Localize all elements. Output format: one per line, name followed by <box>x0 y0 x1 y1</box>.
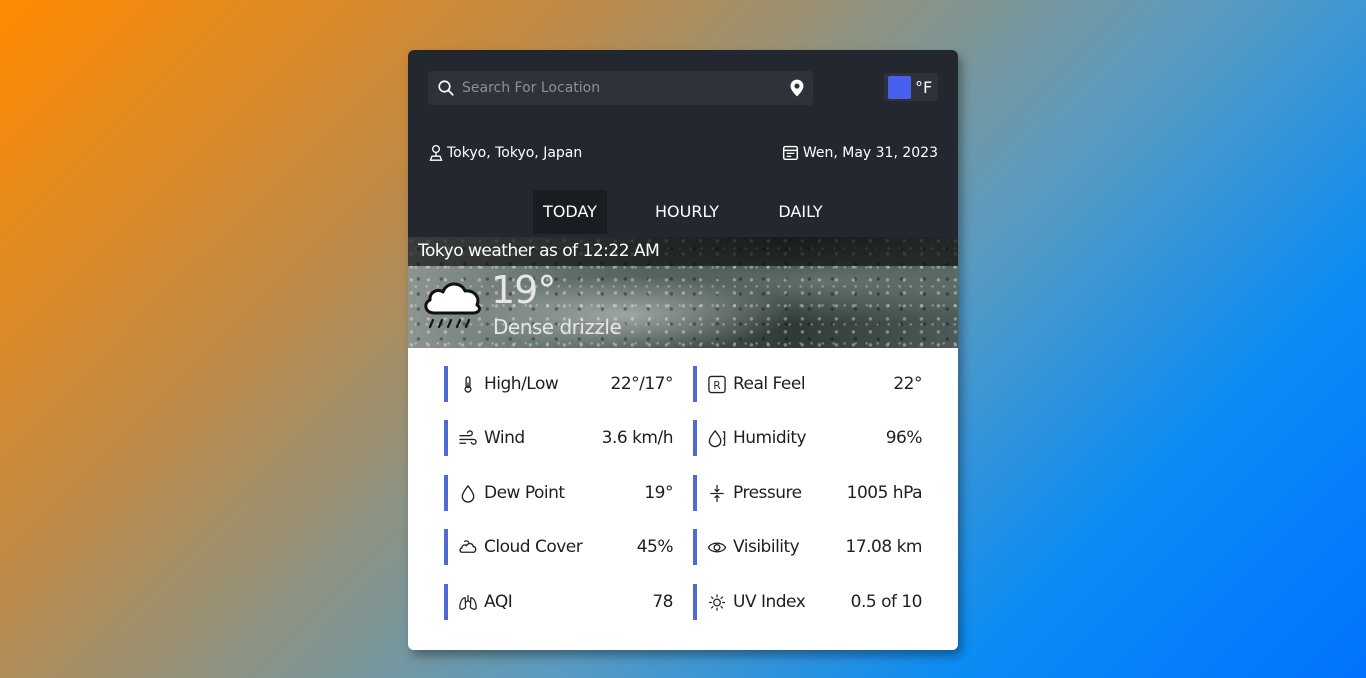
stat-dew-point: Dew Point 19° <box>444 475 673 511</box>
unit-toggle-switch[interactable] <box>888 75 911 99</box>
real-feel-icon: R <box>708 375 726 394</box>
cloud-rain-icon <box>424 282 481 329</box>
date-display: Wen, May 31, 2023 <box>782 144 938 161</box>
cloud-cover-icon <box>459 540 477 553</box>
accent-bar <box>444 366 448 402</box>
stat-value: 17.08 km <box>845 537 923 557</box>
weather-card: °F Tokyo, Tokyo, Japan Wen, May 31, 2023… <box>408 50 958 650</box>
stat-high-low: High/Low 22°/17° <box>444 366 673 402</box>
stat-label: Pressure <box>733 483 802 503</box>
stat-value: 19° <box>644 483 673 503</box>
unit-toggle[interactable]: °F <box>884 73 938 101</box>
eye-icon <box>707 542 727 553</box>
person-pin-icon <box>429 145 443 161</box>
accent-bar <box>693 529 697 565</box>
lungs-icon <box>459 594 477 610</box>
calendar-icon <box>782 145 798 161</box>
tab-today[interactable]: TODAY <box>533 190 607 234</box>
stat-label: Visibility <box>733 537 800 557</box>
current-temperature: 19° <box>491 268 556 312</box>
stat-value: 45% <box>636 537 674 557</box>
svg-text:R: R <box>713 380 720 392</box>
accent-bar <box>693 366 697 402</box>
stat-label: Real Feel <box>733 374 806 394</box>
stat-value: 0.5 of 10 <box>850 592 923 612</box>
stat-value: 22°/17° <box>610 374 674 394</box>
droplet-icon <box>461 484 475 503</box>
wind-icon <box>459 430 477 445</box>
location-pin-icon[interactable] <box>789 79 805 97</box>
stat-value: 78 <box>652 592 673 612</box>
accent-bar <box>693 475 697 511</box>
date-text: Wen, May 31, 2023 <box>802 144 938 161</box>
stat-value: 3.6 km/h <box>601 428 674 448</box>
weather-condition: Dense drizzle <box>493 315 622 339</box>
accent-bar <box>693 584 697 620</box>
accent-bar <box>444 529 448 565</box>
stat-uv-index: UV Index 0.5 of 10 <box>693 584 923 620</box>
stat-label: Humidity <box>733 428 807 448</box>
stat-wind: Wind 3.6 km/h <box>444 420 674 456</box>
stat-label: Dew Point <box>484 483 565 503</box>
stat-label: Wind <box>484 428 525 448</box>
pressure-icon <box>710 484 724 503</box>
stat-label: High/Low <box>484 374 559 394</box>
stat-value: 22° <box>893 374 922 394</box>
stat-real-feel: R Real Feel 22° <box>693 366 922 402</box>
tab-bar: TODAY HOURLY DAILY <box>408 190 958 237</box>
weather-as-of-title: Tokyo weather as of 12:22 AM <box>418 241 660 261</box>
stat-aqi: AQI 78 <box>444 584 673 620</box>
sun-icon <box>708 594 726 611</box>
stat-pressure: Pressure 1005 hPa <box>693 475 923 511</box>
tab-daily[interactable]: DAILY <box>768 190 833 234</box>
stats-grid: High/Low 22°/17° R Real Feel 22° Wind 3.… <box>408 348 958 650</box>
search-bar[interactable] <box>428 71 813 105</box>
accent-bar <box>444 420 448 456</box>
search-icon <box>438 80 454 96</box>
location-text: Tokyo, Tokyo, Japan <box>447 145 583 161</box>
stat-humidity: Humidity 96% <box>693 420 923 456</box>
stat-value: 1005 hPa <box>846 483 923 503</box>
humidity-icon <box>708 429 726 448</box>
stat-value: 96% <box>885 428 923 448</box>
stat-label: AQI <box>484 592 513 612</box>
location-display: Tokyo, Tokyo, Japan <box>428 144 582 162</box>
accent-bar <box>444 584 448 620</box>
accent-bar <box>693 420 697 456</box>
accent-bar <box>444 475 448 511</box>
stat-label: UV Index <box>733 592 806 612</box>
stat-label: Cloud Cover <box>484 537 583 557</box>
tab-hourly[interactable]: HOURLY <box>645 190 729 234</box>
header-panel: °F Tokyo, Tokyo, Japan Wen, May 31, 2023… <box>408 50 958 237</box>
unit-label: °F <box>915 77 933 97</box>
current-weather-banner: Tokyo weather as of 12:22 AM 19° Dense d… <box>408 237 958 348</box>
search-input[interactable] <box>462 71 772 105</box>
stat-cloud-cover: Cloud Cover 45% <box>444 529 674 565</box>
stat-visibility: Visibility 17.08 km <box>693 529 923 565</box>
thermometer-icon <box>464 376 472 393</box>
